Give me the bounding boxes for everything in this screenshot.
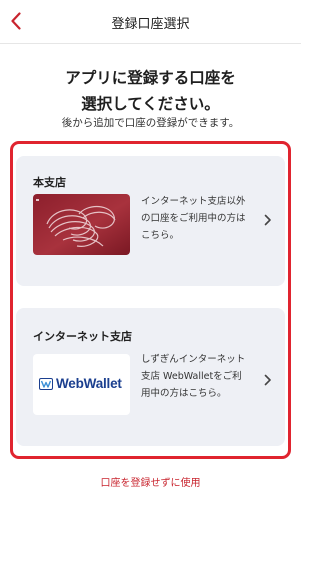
webwallet-logo: WebWallet	[39, 376, 122, 391]
chevron-right-icon	[264, 374, 271, 386]
option-internet-branch[interactable]: インターネット支店 WebWallet しずぎんインターネット 支店 WebWa…	[16, 308, 285, 446]
header-bar: 登録口座選択	[0, 0, 301, 44]
webwallet-logo-text: WebWallet	[56, 376, 122, 391]
intro-note: 後から追加で口座の登録ができます。	[61, 117, 240, 129]
skip-registration-link[interactable]: 口座を登録せずに使用	[0, 474, 301, 489]
webwallet-card-image: WebWallet	[33, 354, 130, 415]
option-description: インターネット支店以外 の口座をご利用中の方は こちら。	[141, 196, 246, 241]
intro-heading-line1: アプリに登録する口座を	[65, 69, 236, 87]
option-description: しずぎんインターネット 支店 WebWalletをご利 用中の方はこちら。	[141, 354, 246, 399]
option-title: インターネット支店	[33, 330, 132, 343]
chevron-right-icon	[264, 214, 271, 226]
option-main-branch[interactable]: 本支店 インターネット支店以外 の口座をご利用中の方は こちら。	[16, 156, 285, 286]
webwallet-logo-icon	[39, 377, 53, 390]
intro-heading-line2: 選択してください。	[81, 95, 220, 113]
option-title: 本支店	[33, 176, 66, 189]
page-title: 登録口座選択	[111, 17, 190, 32]
bank-card-image	[33, 194, 130, 255]
